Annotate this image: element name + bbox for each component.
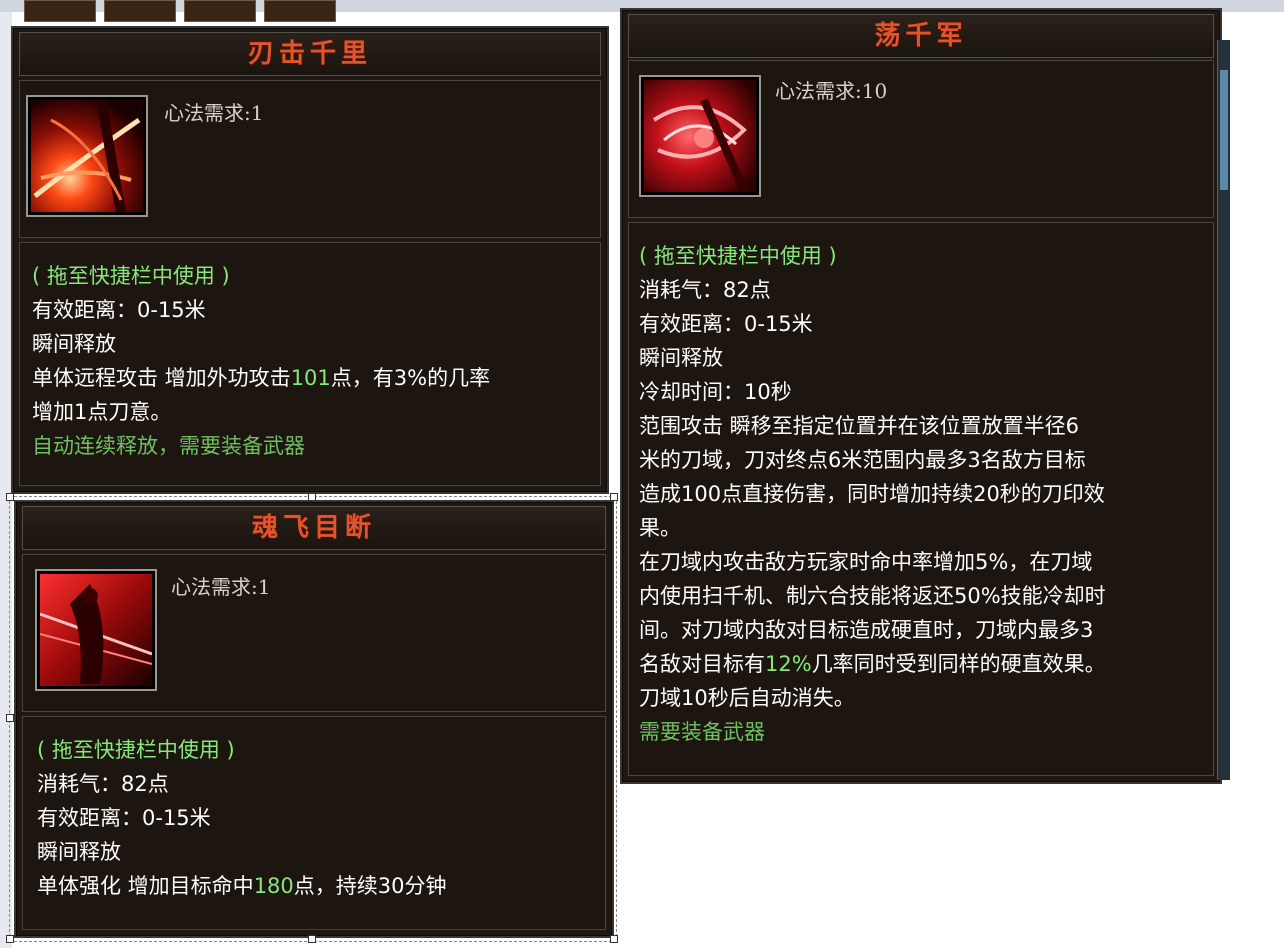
- cast-line: 瞬间释放: [639, 346, 723, 370]
- skill-details-area: ( 拖至快捷栏中使用 ) 消耗气：82点 有效距离：0-15米 瞬间释放 冷却时…: [628, 222, 1214, 776]
- description-line: 范围攻击 瞬移至指定位置并在该位置放置半径6: [639, 414, 1080, 438]
- description-line: 间。对刀域内敌对目标造成硬直时，刀域内最多3: [639, 618, 1094, 642]
- selection-handle[interactable]: [308, 935, 316, 943]
- description-line: 米的刀域，刀对终点6米范围内最多3名敌方目标: [639, 448, 1086, 472]
- skill-details-area: ( 拖至快捷栏中使用 ) 有效距离：0-15米 瞬间释放 单体远程攻击 增加外功…: [19, 242, 601, 486]
- skill-tooltip-sweep-army: 荡千军 心法需求:10 ( 拖至快捷栏中使用 ) 消耗气：82点 有效距离：0-…: [620, 8, 1222, 784]
- tooltip-scrollbar[interactable]: [1217, 40, 1230, 780]
- cooldown-line: 冷却时间：10秒: [639, 380, 792, 404]
- skill-title-bar: 荡千军: [628, 14, 1214, 58]
- skill-tab[interactable]: [104, 0, 176, 22]
- chance-value: 12%: [765, 652, 812, 676]
- cost-line: 消耗气：82点: [37, 772, 169, 796]
- description-text: 几率同时受到同样的硬直效果。: [811, 652, 1106, 676]
- description-line: 果。: [639, 516, 681, 540]
- blade-slash-skill-icon[interactable]: [26, 95, 148, 217]
- requirement-label: 心法需求:1: [171, 575, 271, 599]
- description-line: 单体强化 增加目标命中180点，持续30分钟: [37, 869, 591, 903]
- cast-line: 瞬间释放: [32, 332, 116, 356]
- cast-line: 瞬间释放: [37, 840, 121, 864]
- range-line: 有效距离：0-15米: [639, 312, 813, 336]
- requirement-label: 心法需求:10: [775, 79, 888, 103]
- cost-line: 消耗气：82点: [639, 278, 771, 302]
- range-line: 有效距离：0-15米: [37, 806, 211, 830]
- skill-tab[interactable]: [184, 0, 256, 22]
- description-text: 单体远程攻击 增加外功攻击: [32, 366, 291, 390]
- selection-handle[interactable]: [610, 935, 618, 943]
- skill-title-bar: 魂飞目断: [22, 506, 606, 550]
- background-right-edge: [1225, 12, 1284, 948]
- skill-details: ( 拖至快捷栏中使用 ) 消耗气：82点 有效距离：0-15米 瞬间释放 冷却时…: [639, 239, 1199, 749]
- skill-title: 刃击千里: [247, 39, 372, 69]
- selection-handle[interactable]: [6, 493, 14, 501]
- crimson-vortex-skill-icon[interactable]: [639, 75, 761, 197]
- requirement-note: 需要装备武器: [639, 720, 765, 744]
- skill-header-area: 心法需求:10: [628, 60, 1214, 218]
- description-text: 单体强化 增加目标命中: [37, 874, 254, 898]
- skill-tooltip-soul-fly: 魂飞目断 心法需求:1 ( 拖至快捷栏中使用 ) 消耗气：82点 有效距离：0-…: [14, 500, 614, 938]
- use-hint: ( 拖至快捷栏中使用 ): [639, 244, 837, 268]
- skill-details: ( 拖至快捷栏中使用 ) 消耗气：82点 有效距离：0-15米 瞬间释放 单体强…: [37, 733, 591, 903]
- description-text: 点，有3%的几率: [330, 366, 491, 390]
- description-line: 单体远程攻击 增加外功攻击101点，有3%的几率: [32, 361, 586, 395]
- skill-details-area: ( 拖至快捷栏中使用 ) 消耗气：82点 有效距离：0-15米 瞬间释放 单体强…: [22, 716, 606, 930]
- skill-title: 荡千军: [874, 21, 968, 51]
- skill-details: ( 拖至快捷栏中使用 ) 有效距离：0-15米 瞬间释放 单体远程攻击 增加外功…: [32, 259, 586, 463]
- scrollbar-thumb[interactable]: [1220, 70, 1228, 190]
- skill-title: 魂飞目断: [251, 513, 376, 543]
- requirement-label: 心法需求:1: [164, 101, 264, 125]
- description-line: 造成100点直接伤害，同时增加持续20秒的刀印效: [639, 482, 1105, 506]
- selection-handle[interactable]: [308, 493, 316, 501]
- skill-tab[interactable]: [264, 0, 336, 22]
- description-text: 名敌对目标有: [639, 652, 765, 676]
- accuracy-value: 180: [253, 874, 294, 898]
- description-line: 刀域10秒后自动消失。: [639, 686, 855, 710]
- skill-header-area: 心法需求:1: [19, 80, 601, 238]
- description-line: 增加1点刀意。: [32, 400, 172, 424]
- damage-value: 101: [290, 366, 331, 390]
- skill-tooltip-blade-strike: 刃击千里 心法需求:1 ( 拖至快捷栏中使用 ) 有效距离：0-15米 瞬间释放…: [11, 26, 609, 494]
- selection-handle[interactable]: [6, 714, 14, 722]
- description-line: 在刀域内攻击敌方玩家时命中率增加5%，在刀域: [639, 550, 1093, 574]
- skill-header-area: 心法需求:1: [22, 554, 606, 712]
- description-line: 名敌对目标有12%几率同时受到同样的硬直效果。: [639, 647, 1199, 681]
- skill-tab-strip: [24, 0, 336, 22]
- skill-tab[interactable]: [24, 0, 96, 22]
- range-line: 有效距离：0-15米: [32, 298, 206, 322]
- skill-title-bar: 刃击千里: [19, 32, 601, 76]
- use-hint: ( 拖至快捷栏中使用 ): [37, 738, 235, 762]
- use-hint: ( 拖至快捷栏中使用 ): [32, 264, 230, 288]
- description-line: 内使用扫千机、制六合技能将返还50%技能冷却时: [639, 584, 1106, 608]
- selection-handle[interactable]: [6, 935, 14, 943]
- requirement-note: 自动连续释放，需要装备武器: [32, 434, 305, 458]
- red-warrior-skill-icon[interactable]: [35, 569, 157, 691]
- selection-handle[interactable]: [610, 493, 618, 501]
- description-text: 点，持续30分钟: [293, 874, 447, 898]
